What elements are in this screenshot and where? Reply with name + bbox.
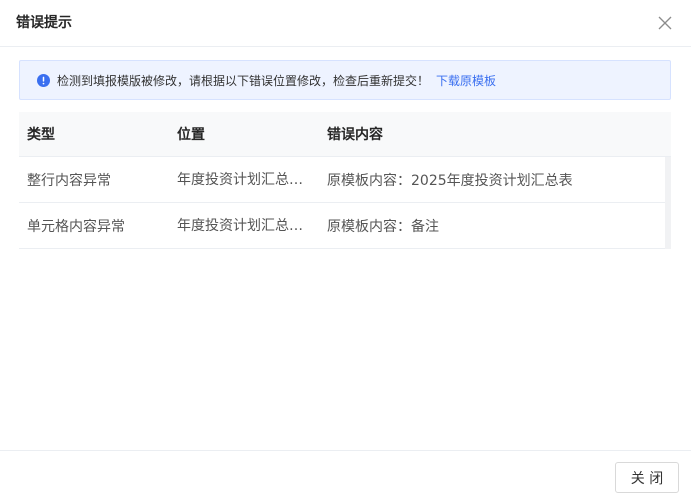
table-header-row: 类型 位置 错误内容 [19,112,671,157]
alert-message: 检测到填报模版被修改，请根据以下错误位置修改，检查后重新提交！ [57,74,430,88]
table-row: 单元格内容异常 年度投资计划汇总… 原模板内容：备注 [19,203,671,249]
table-row: 整行内容异常 年度投资计划汇总… 原模板内容：2025年度投资计划汇总表 [19,157,671,203]
cell-position-text: 年度投资计划汇总… [177,217,303,234]
column-header-type: 类型 [27,127,55,143]
exclamation-circle-icon [37,74,50,87]
column-header-error-content: 错误内容 [327,127,383,143]
cell-type: 整行内容异常 [27,172,111,189]
column-header-position: 位置 [177,127,205,143]
table-scrollbar[interactable] [665,157,671,249]
dialog-header: 错误提示 [0,0,691,47]
cell-error-content: 原模板内容：备注 [327,218,439,235]
cell-position-text: 年度投资计划汇总… [177,171,303,188]
cell-position: 年度投资计划汇总… [177,157,305,202]
cell-type: 单元格内容异常 [27,218,125,235]
cell-error-content: 原模板内容：2025年度投资计划汇总表 [327,172,573,189]
error-alert-banner: 检测到填报模版被修改，请根据以下错误位置修改，检查后重新提交！ 下载原模板 [19,60,671,100]
error-table: 类型 位置 错误内容 整行内容异常 年度投资计划汇总… 原模板内容：2025年度… [19,112,671,249]
cell-position: 年度投资计划汇总… [177,203,305,248]
dialog-title: 错误提示 [16,15,72,31]
close-icon[interactable] [657,15,673,31]
dialog-footer: 关 闭 [0,450,691,503]
close-button[interactable]: 关 闭 [615,462,679,493]
download-template-link[interactable]: 下载原模板 [436,73,496,89]
error-dialog: 错误提示 检测到填报模版被修改，请根据以下错误位置修改，检查后重新提交！ 下载原… [0,0,691,503]
